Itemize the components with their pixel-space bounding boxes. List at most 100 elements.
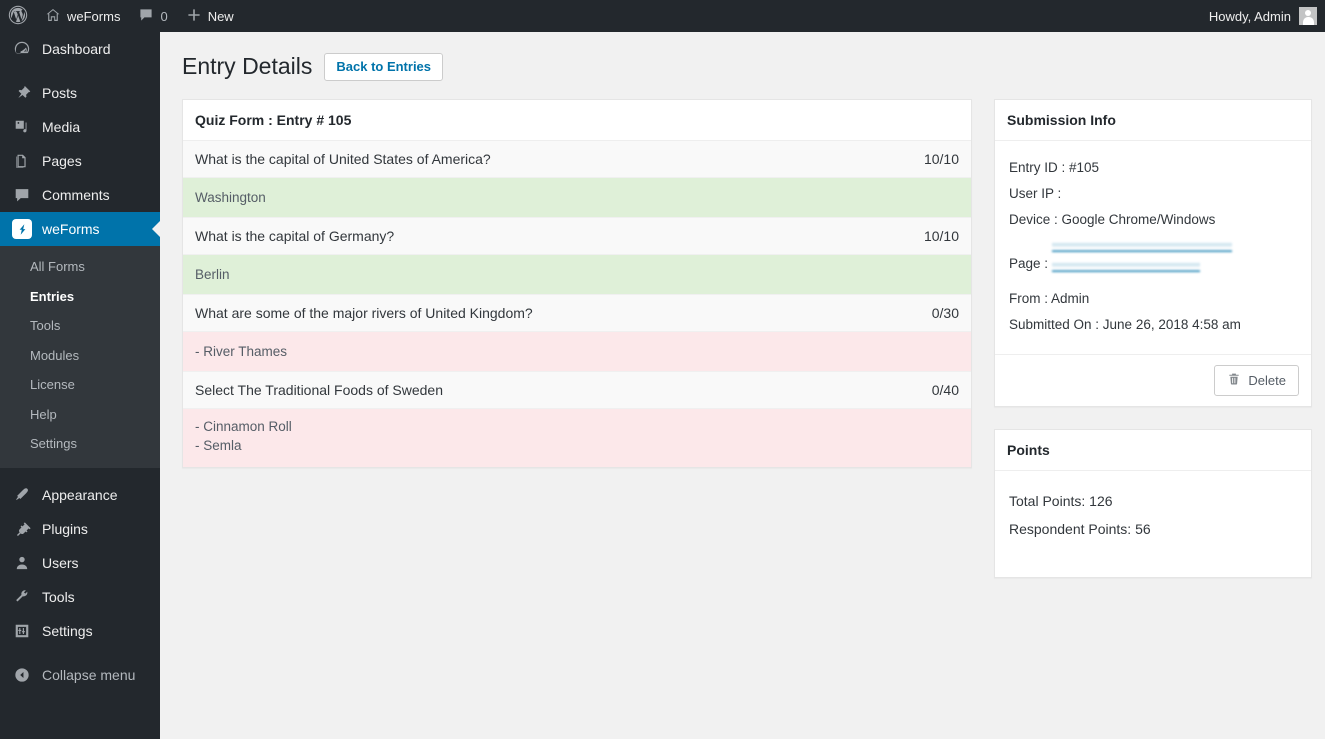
entry-panel-title: Quiz Form : Entry # 105: [183, 100, 971, 141]
site-name-menu[interactable]: weForms: [36, 0, 129, 32]
question-row: Select The Traditional Foods of Sweden 0…: [183, 372, 971, 409]
sidebar-item-media[interactable]: Media: [0, 110, 160, 144]
answer-row: Washington: [183, 178, 971, 218]
sidebar-item-plugins[interactable]: Plugins: [0, 512, 160, 546]
collapse-arrow-icon: [12, 665, 32, 685]
question-score: 0/40: [931, 382, 959, 398]
question-row: What is the capital of Germany? 10/10: [183, 218, 971, 255]
howdy-label: Howdy, Admin: [1208, 8, 1291, 24]
submission-info-body: Entry ID : #105 User IP : Device : Googl…: [995, 141, 1311, 354]
question-score: 10/10: [923, 151, 959, 167]
user-icon: [12, 553, 32, 573]
delete-button[interactable]: Delete: [1214, 365, 1299, 396]
user-ip-value: User IP :: [1009, 186, 1062, 201]
site-name-label: weForms: [67, 8, 121, 24]
user-avatar-icon: [1299, 7, 1317, 25]
wrench-icon: [12, 587, 32, 607]
submission-info-title: Submission Info: [995, 100, 1311, 141]
submission-info-panel: Submission Info Entry ID : #105 User IP …: [994, 99, 1312, 407]
sidebar-item-label: Dashboard: [42, 41, 111, 57]
question-text: What are some of the major rivers of Uni…: [195, 305, 533, 321]
sidebar-item-tools[interactable]: Tools: [0, 311, 160, 341]
sidebar-item-collapse-menu[interactable]: Collapse menu: [0, 658, 160, 692]
sidebar-item-users[interactable]: Users: [0, 546, 160, 580]
page-title: Entry Details: [182, 53, 313, 79]
sidebar-item-settings[interactable]: Settings: [0, 614, 160, 648]
admin-bar: weForms 0 New Howdy, Admin: [0, 0, 1325, 32]
question-text: What is the capital of United States of …: [195, 151, 491, 167]
sidebar-item-help[interactable]: Help: [0, 400, 160, 430]
question-text: Select The Traditional Foods of Sweden: [195, 382, 444, 398]
question-row: What are some of the major rivers of Uni…: [183, 295, 971, 332]
comment-bubble-icon: [138, 7, 154, 26]
sidebar-item-settings[interactable]: Settings: [0, 429, 160, 459]
sidebar-item-label: Comments: [42, 187, 110, 203]
device-value: Device : Google Chrome/Windows: [1009, 212, 1216, 227]
weforms-submenu: All Forms Entries Tools Modules License …: [0, 246, 160, 468]
answer-row: Berlin: [183, 255, 971, 295]
page-header: Entry Details Back to Entries: [160, 32, 1325, 81]
submitted-on-value: Submitted On : June 26, 2018 4:58 am: [1009, 317, 1241, 332]
sidebar-divider: [0, 648, 160, 658]
wordpress-icon: [8, 5, 28, 28]
delete-label: Delete: [1248, 373, 1286, 388]
entry-id-value: Entry ID : #105: [1009, 160, 1100, 175]
sidebar-item-label: Collapse menu: [42, 666, 136, 683]
sidebar-item-appearance[interactable]: Appearance: [0, 478, 160, 512]
sidebar-item-entries[interactable]: Entries: [0, 282, 160, 312]
sidebar-item-label: Settings: [42, 622, 93, 639]
sliders-icon: [12, 621, 32, 641]
sidebar-item-comments[interactable]: Comments: [0, 178, 160, 212]
sidebar-divider: [0, 468, 160, 478]
pages-icon: [12, 151, 32, 171]
total-points-value: Total Points: 126: [1009, 493, 1113, 509]
dashboard-icon: [12, 39, 32, 59]
sidebar-item-weforms[interactable]: weForms: [0, 212, 160, 246]
new-label: New: [207, 8, 234, 24]
plug-icon: [12, 519, 32, 539]
answer-row: - Cinnamon Roll - Semla: [183, 409, 971, 467]
from-value: From : Admin: [1009, 291, 1090, 306]
sidebar-item-dashboard[interactable]: Dashboard: [0, 32, 160, 66]
sidebar-item-label: Media: [42, 119, 81, 135]
question-score: 0/30: [931, 305, 959, 321]
question-row: What is the capital of United States of …: [183, 141, 971, 178]
answer-text: Berlin: [195, 267, 230, 282]
entry-details-panel: Quiz Form : Entry # 105 What is the capi…: [182, 99, 972, 468]
question-text: What is the capital of Germany?: [195, 228, 395, 244]
sidebar-item-label: Appearance: [42, 486, 118, 503]
content-columns: Quiz Form : Entry # 105 What is the capi…: [160, 81, 1325, 578]
sidebar-item-modules[interactable]: Modules: [0, 341, 160, 371]
sidebar-item-label: Posts: [42, 85, 78, 101]
answer-text: Washington: [195, 190, 266, 205]
weforms-icon: [12, 219, 32, 239]
brush-icon: [12, 485, 32, 505]
panel-gap: [994, 407, 1312, 429]
answer-text: - Semla: [195, 438, 242, 453]
sidebar-item-license[interactable]: License: [0, 370, 160, 400]
comments-menu[interactable]: 0: [129, 0, 176, 32]
admin-sidebar: Dashboard Posts Media Pages Comments weF…: [0, 32, 160, 739]
back-to-entries-button[interactable]: Back to Entries: [324, 52, 444, 81]
sidebar-item-label: weForms: [42, 221, 100, 237]
account-menu[interactable]: Howdy, Admin: [1209, 7, 1325, 25]
sidebar-item-label: Plugins: [42, 520, 88, 537]
sidebar-item-tools[interactable]: Tools: [0, 580, 160, 614]
answer-text: - Cinnamon Roll: [195, 419, 292, 434]
answer-row: - River Thames: [183, 332, 971, 372]
sidebar-item-all-forms[interactable]: All Forms: [0, 252, 160, 282]
plus-icon: [186, 7, 202, 26]
sidebar-item-pages[interactable]: Pages: [0, 144, 160, 178]
wordpress-logo-button[interactable]: [0, 0, 36, 32]
answer-text: - River Thames: [195, 344, 288, 359]
page-url-link[interactable]: [1051, 238, 1232, 272]
new-content-menu[interactable]: New: [177, 0, 243, 32]
sidebar-item-label: Tools: [42, 588, 75, 605]
trash-icon: [1227, 372, 1241, 389]
home-icon: [45, 7, 61, 26]
respondent-points-value: Respondent Points: 56: [1009, 521, 1151, 537]
submission-info-footer: Delete: [995, 354, 1311, 406]
sidebar-item-label: Pages: [42, 153, 82, 169]
sidebar-item-posts[interactable]: Posts: [0, 76, 160, 110]
question-score: 10/10: [923, 228, 959, 244]
